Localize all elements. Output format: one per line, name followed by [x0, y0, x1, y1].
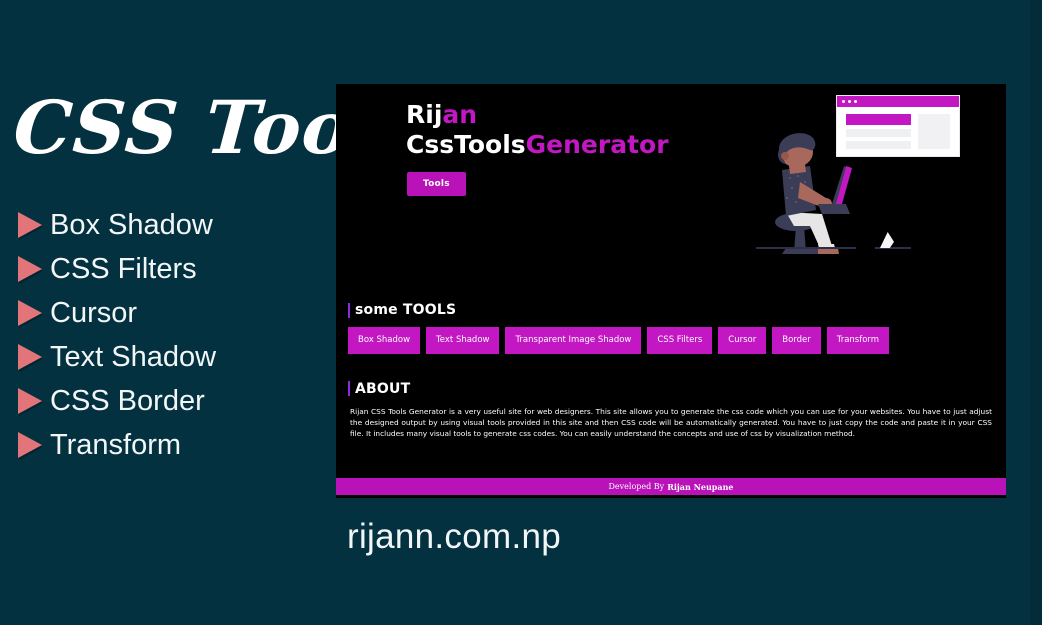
site-brand: Rijan CssToolsGenerator — [406, 100, 669, 159]
brand-rij: Rij — [406, 100, 443, 129]
page-title: CSS Tools — [11, 85, 426, 171]
list-item: CSS Filters — [18, 247, 334, 291]
website-screenshot-panel: Rijan CssToolsGenerator Tools some TOOLS… — [336, 84, 1006, 498]
list-item-label: Cursor — [50, 296, 138, 329]
triangle-right-icon — [18, 432, 42, 458]
tool-button-css-filters[interactable]: CSS Filters — [647, 327, 713, 354]
site-footer: Developed By Rijan Neupane — [336, 478, 1006, 495]
promo-column: CSS Tools Box Shadow CSS Filters Cursor … — [0, 0, 426, 625]
triangle-right-icon — [18, 388, 42, 414]
paper-sheet-icon — [880, 232, 894, 248]
list-item-label: CSS Border — [50, 384, 205, 417]
list-item-label: CSS Filters — [50, 252, 197, 285]
some-tools-section: some TOOLS Box Shadow Text Shadow Transp… — [336, 302, 1006, 354]
section-title-strong: TOOLS — [402, 302, 457, 318]
tool-button-box-shadow[interactable]: Box Shadow — [348, 327, 421, 354]
footer-prefix: Developed By — [608, 482, 665, 491]
tool-button-transform[interactable]: Transform — [826, 327, 890, 354]
about-heading: ABOUT — [348, 381, 994, 397]
site-hero: Rijan CssToolsGenerator Tools — [336, 84, 1006, 302]
tool-button-text-shadow[interactable]: Text Shadow — [426, 327, 500, 354]
brand-line-one: Rijan — [406, 100, 669, 130]
site-url-caption: rijann.com.np — [347, 517, 562, 556]
triangle-right-icon — [18, 344, 42, 370]
brand-generator: Generator — [525, 129, 669, 159]
accent-bar-icon — [348, 381, 350, 396]
list-item: CSS Border — [18, 379, 334, 423]
browser-dot-icon — [854, 100, 857, 103]
browser-side-column — [918, 114, 950, 149]
illustration-floor-line — [756, 247, 856, 249]
right-edge-strip — [1030, 0, 1042, 625]
promo-feature-list: Box Shadow CSS Filters Cursor Text Shado… — [18, 203, 334, 467]
about-section: ABOUT Rijan CSS Tools Generator is a ver… — [336, 381, 1006, 440]
person-at-laptop-icon — [775, 133, 852, 254]
browser-accent-bar — [846, 114, 911, 125]
hero-tools-button[interactable]: Tools — [407, 172, 466, 196]
list-item-label: Transform — [50, 428, 182, 461]
about-paragraph: Rijan CSS Tools Generator is a very usef… — [350, 406, 992, 439]
tool-button-border[interactable]: Border — [772, 327, 821, 354]
browser-dot-icon — [842, 100, 845, 103]
tool-button-transparent-image-shadow[interactable]: Transparent Image Shadow — [505, 327, 642, 354]
browser-title-bar — [837, 96, 959, 107]
hero-illustration — [740, 84, 1006, 259]
brand-line-two: CssToolsGenerator — [406, 130, 669, 160]
browser-dot-icon — [848, 100, 851, 103]
brand-csstools: CssTools — [406, 129, 526, 159]
accent-bar-icon — [348, 302, 350, 318]
list-item: Cursor — [18, 291, 334, 335]
list-item: Text Shadow — [18, 335, 334, 379]
triangle-right-icon — [18, 256, 42, 282]
list-item-label: Box Shadow — [50, 208, 213, 241]
section-title-soft: some — [355, 302, 403, 318]
triangle-right-icon — [18, 300, 42, 326]
section-title: some TOOLS — [355, 302, 456, 318]
footer-author: Rijan Neupane — [667, 481, 734, 492]
some-tools-heading: some TOOLS — [348, 302, 994, 318]
brand-an: an — [442, 100, 478, 129]
list-item: Box Shadow — [18, 203, 334, 247]
list-item: Transform — [18, 423, 334, 467]
tool-buttons-row: Box Shadow Text Shadow Transparent Image… — [348, 327, 994, 354]
section-title: ABOUT — [355, 380, 411, 397]
triangle-right-icon — [18, 212, 42, 238]
list-item-label: Text Shadow — [50, 340, 217, 373]
tool-button-cursor[interactable]: Cursor — [718, 327, 767, 354]
